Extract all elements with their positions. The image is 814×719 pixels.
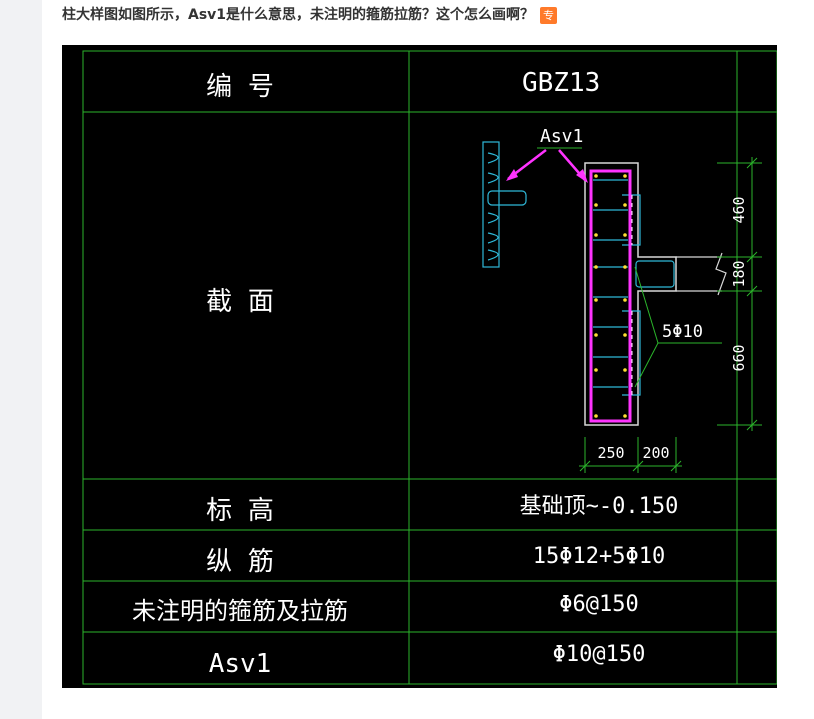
row-label-number: 编 号 — [206, 72, 274, 102]
dim-bottom: 660 — [730, 344, 748, 371]
cad-drawing: 编 号 GBZ13 截 面 标 高 基础顶~-0.150 纵 筋 15Φ12+5… — [62, 45, 777, 688]
row-label-longitudinal: 纵 筋 — [206, 547, 274, 577]
wall-stub — [676, 252, 727, 296]
bar-note: 5Φ10 — [662, 322, 703, 342]
dim-mid: 180 — [730, 260, 748, 287]
dim-width-2: 200 — [642, 444, 669, 462]
row-label-asv1: Asv1 — [209, 649, 272, 679]
dim-top: 460 — [730, 196, 748, 223]
asv1-stirrup — [589, 169, 632, 423]
row-value-stirrups: Φ6@150 — [559, 592, 638, 617]
question-text: 柱大样图如图所示，Asv1是什么意思，未注明的箍筋拉筋？这个怎么画啊？ — [62, 7, 535, 23]
dim-width-1: 250 — [597, 444, 624, 462]
cad-canvas: 编 号 GBZ13 截 面 标 高 基础顶~-0.150 纵 筋 15Φ12+5… — [82, 50, 777, 685]
table-border — [82, 50, 777, 685]
row-label-section: 截 面 — [206, 287, 274, 317]
row-value-longitudinal: 15Φ12+5Φ10 — [533, 544, 665, 569]
table-grid — [82, 50, 777, 685]
column-section: Asv1 5Φ10 460 180 660 250 200 — [482, 126, 762, 473]
page-left-gutter — [0, 0, 42, 719]
row-value-number: GBZ13 — [522, 68, 600, 98]
tie-bars — [593, 179, 641, 396]
wall-stub-rebar — [635, 260, 675, 288]
row-value-elevation: 基础顶~-0.150 — [520, 494, 679, 519]
question-title: 柱大样图如图所示，Asv1是什么意思，未注明的箍筋拉筋？这个怎么画啊？ 专 — [62, 4, 558, 24]
expert-badge: 专 — [540, 6, 558, 24]
stirrup-detail — [482, 141, 527, 268]
row-label-stirrups: 未注明的箍筋及拉筋 — [132, 597, 348, 625]
rebar-dots — [594, 174, 627, 418]
row-value-asv1: Φ10@150 — [553, 642, 646, 667]
asv1-callout: Asv1 — [540, 126, 583, 147]
asv1-leaders — [507, 149, 586, 181]
row-label-elevation: 标 高 — [206, 496, 274, 526]
